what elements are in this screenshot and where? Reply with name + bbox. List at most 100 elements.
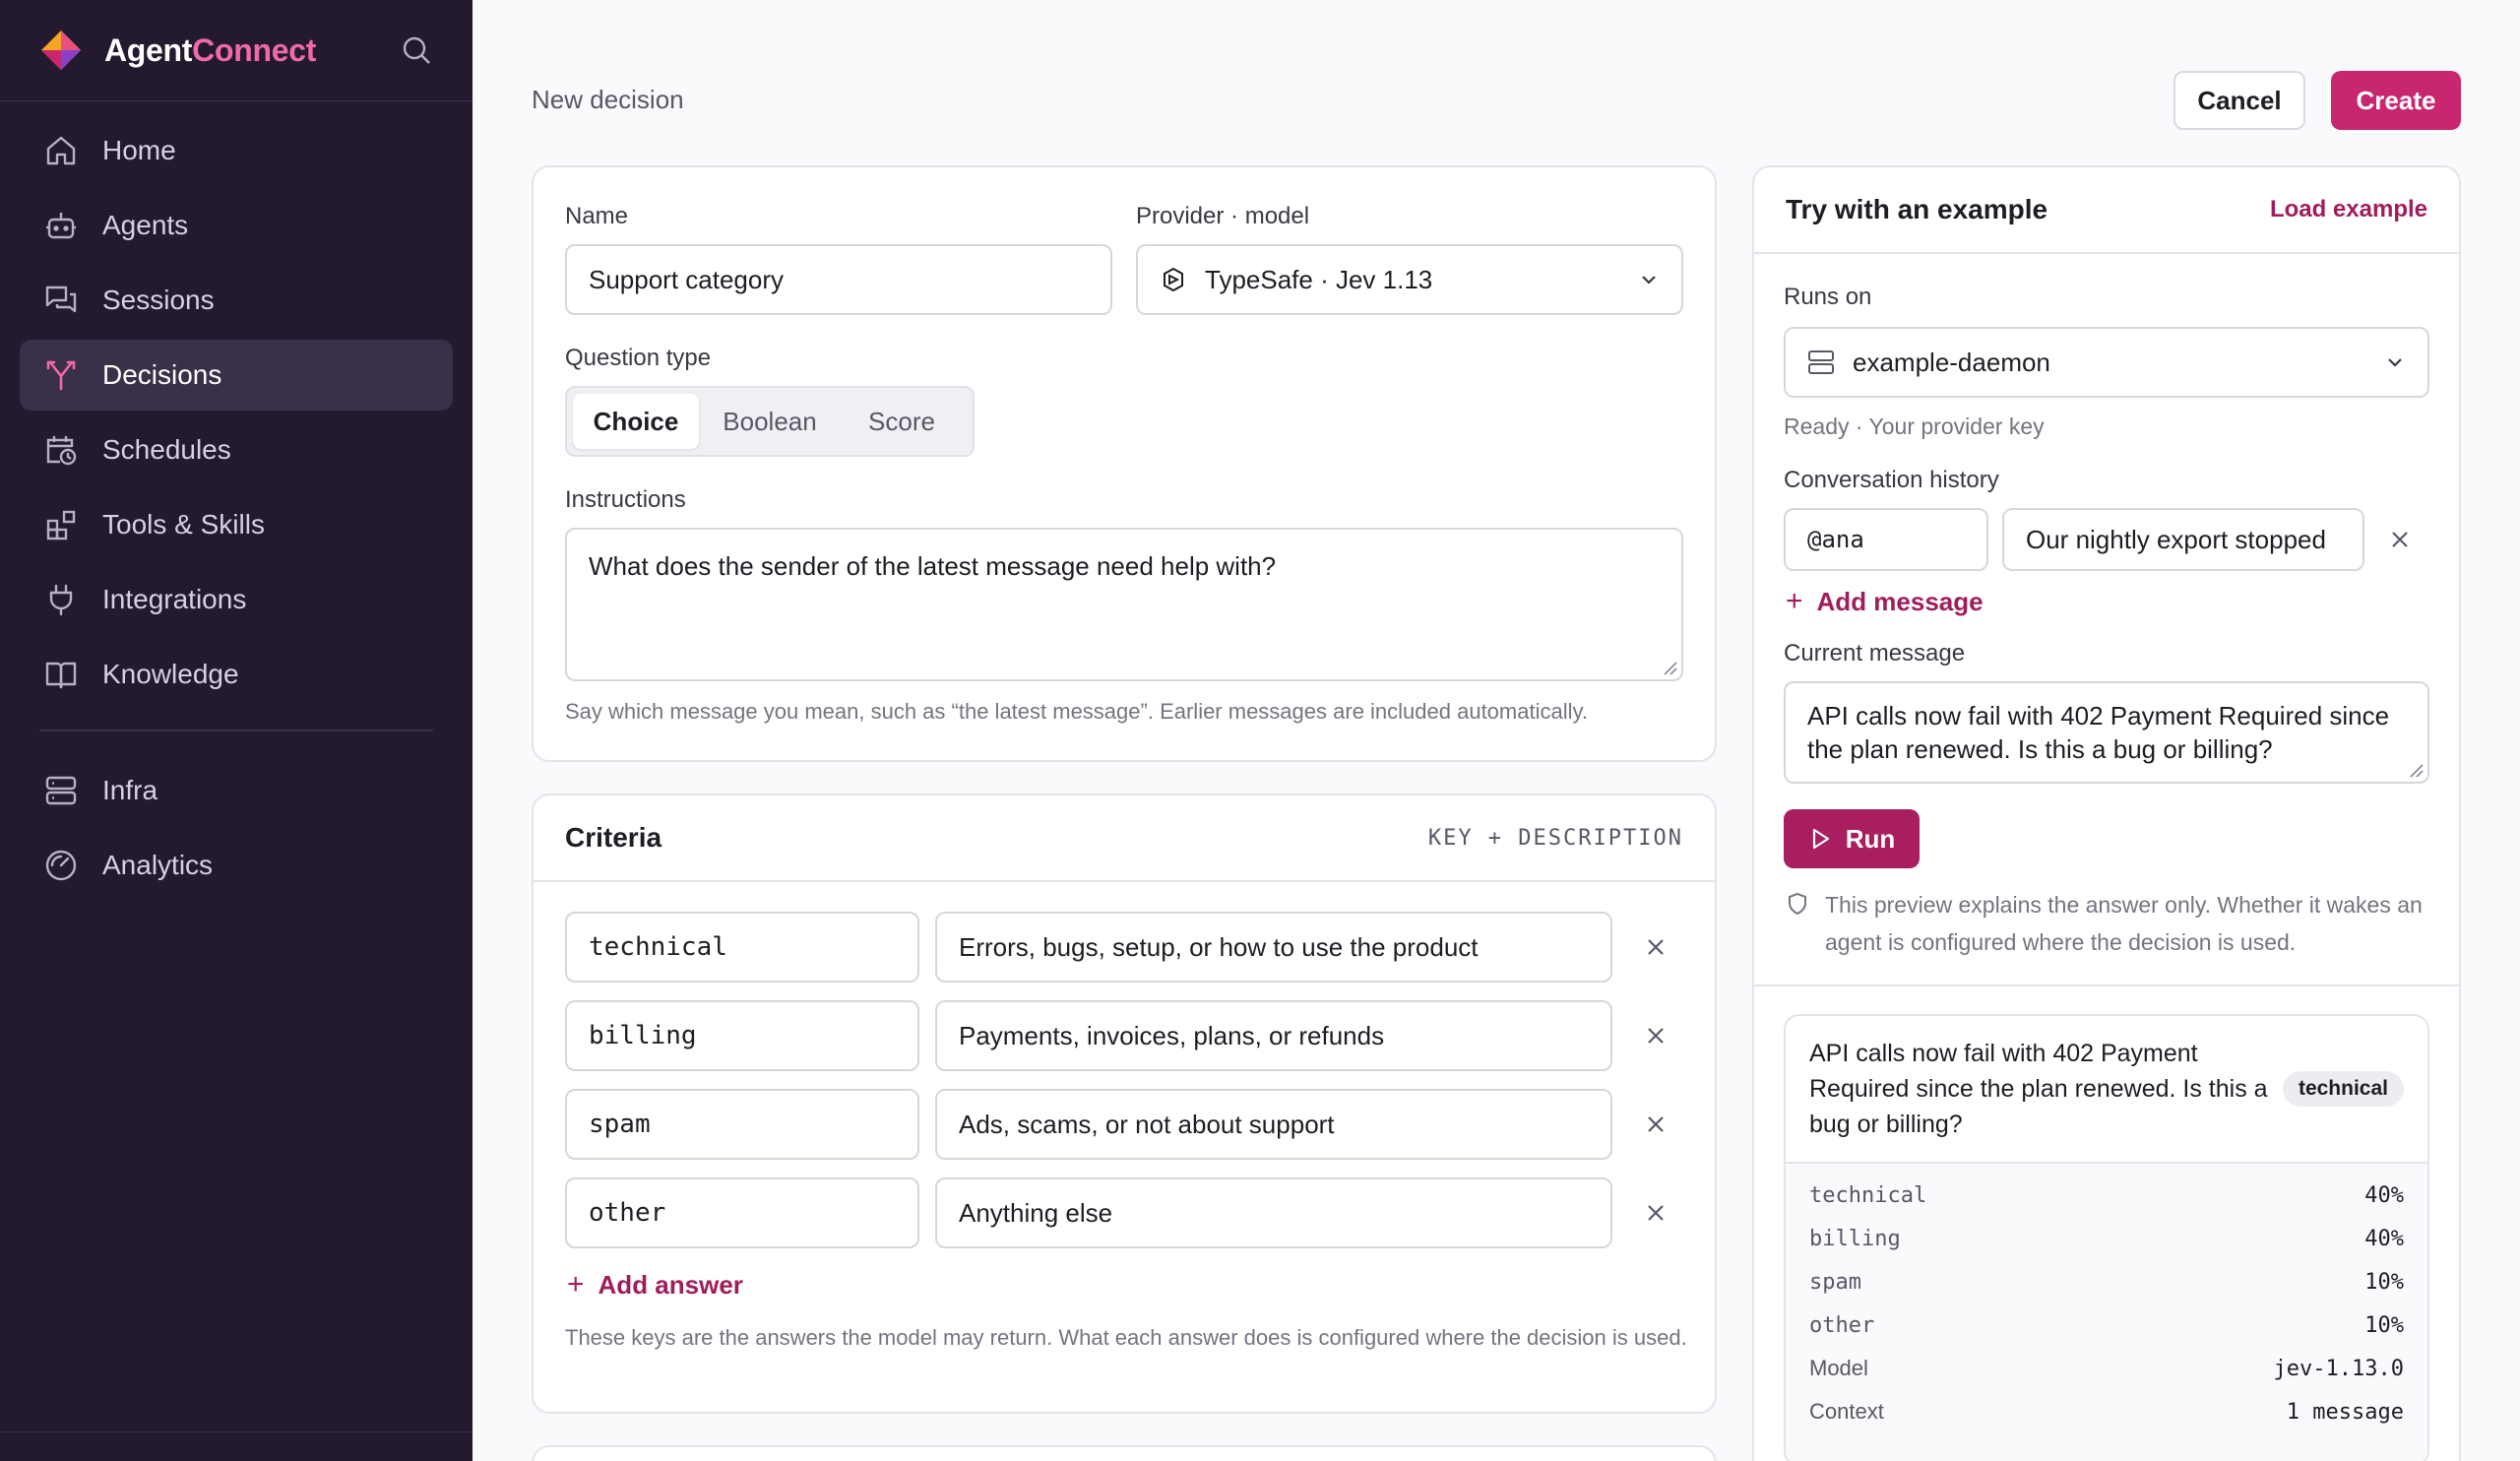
context-row: Context 1 message — [1786, 1390, 2427, 1433]
server-icon — [43, 773, 79, 808]
criteria-key-input[interactable]: billing — [565, 1000, 919, 1071]
provider-select[interactable]: TypeSafe · Jev 1.13 — [1136, 244, 1683, 315]
name-input[interactable]: Support category — [565, 244, 1112, 315]
model-label: Model — [1809, 1356, 1868, 1380]
score-row: billing 40% — [1786, 1217, 2427, 1260]
example-title: Try with an example — [1786, 194, 2048, 224]
score-key: spam — [1809, 1269, 1861, 1295]
run-label: Run — [1845, 823, 1896, 854]
criteria-key-input[interactable]: technical — [565, 912, 919, 983]
brand-logo-icon — [41, 31, 81, 70]
remove-criterion-icon[interactable] — [1642, 1022, 1670, 1049]
sidebar-item-knowledge[interactable]: Knowledge — [20, 639, 453, 710]
sidebar-item-label: Knowledge — [102, 659, 239, 689]
instructions-label: Instructions — [565, 486, 686, 513]
blocks-icon — [43, 507, 79, 542]
context-value: 1 message — [2286, 1399, 2404, 1425]
question-type-label: Question type — [565, 345, 712, 371]
score-row: spam 10% — [1786, 1260, 2427, 1303]
question-type-choice[interactable]: Choice — [573, 394, 699, 449]
sidebar-item-label: Integrations — [102, 584, 247, 614]
provider-logo-icon — [1164, 267, 1183, 292]
score-value: 40% — [2364, 1226, 2404, 1251]
sidebar-item-home[interactable]: Home — [20, 115, 453, 186]
criteria-description-input[interactable]: Payments, invoices, plans, or refunds — [935, 1000, 1612, 1071]
search-icon[interactable] — [400, 33, 433, 67]
model-row: Model jev-1.13.0 — [1786, 1347, 2427, 1390]
split-icon — [43, 357, 79, 393]
plus-icon: + — [1786, 585, 1803, 617]
book-icon — [43, 657, 79, 692]
instructions-value: What does the sender of the latest messa… — [589, 551, 1277, 581]
sidebar-item-infra[interactable]: Infra — [20, 755, 453, 826]
example-header: Try with an example Load example — [1754, 167, 2459, 254]
page-title: New decision — [532, 85, 684, 114]
add-answer-label: Add answer — [598, 1269, 743, 1300]
nav-divider — [39, 730, 433, 731]
criteria-description-input[interactable]: Errors, bugs, setup, or how to use the p… — [935, 912, 1612, 983]
load-example-link[interactable]: Load example — [2270, 196, 2427, 223]
criteria-key-input[interactable]: spam — [565, 1089, 919, 1160]
history-label: Conversation history — [1784, 467, 1999, 493]
sidebar-item-label: Home — [102, 135, 176, 165]
score-value: 40% — [2364, 1182, 2404, 1208]
score-row: technical 40% — [1786, 1174, 2427, 1217]
add-message-button[interactable]: + Add message — [1786, 585, 1984, 618]
preview-note: This preview explains the answer only. W… — [1825, 892, 2423, 955]
sidebar-item-decisions[interactable]: Decisions — [20, 340, 453, 411]
result-card: API calls now fail with 402 Payment Requ… — [1784, 1014, 2429, 1461]
sidebar: AgentConnect Home Agents Sessions Decisi… — [0, 0, 472, 1461]
main-content: New decision Cancel Create Name Support … — [472, 0, 2520, 1461]
sidebar-item-label: Analytics — [102, 850, 214, 880]
sidebar-item-tools-skills[interactable]: Tools & Skills — [20, 489, 453, 560]
name-label: Name — [565, 203, 629, 229]
runs-on-label: Runs on — [1784, 284, 1872, 310]
criteria-header: Criteria KEY + DESCRIPTION — [534, 795, 1715, 882]
question-type-boolean[interactable]: Boolean — [699, 394, 841, 449]
remove-criterion-icon[interactable] — [1642, 933, 1670, 961]
history-user-input[interactable]: @ana — [1784, 508, 1988, 571]
home-icon — [43, 133, 79, 168]
current-message-label: Current message — [1784, 640, 1966, 667]
current-message-textarea[interactable]: API calls now fail with 402 Payment Requ… — [1784, 681, 2429, 784]
chat-icon — [43, 283, 79, 318]
sidebar-item-analytics[interactable]: Analytics — [20, 830, 453, 901]
brand-name[interactable]: AgentConnect — [104, 32, 316, 69]
create-button[interactable]: Create — [2331, 71, 2461, 130]
remove-criterion-icon[interactable] — [1642, 1111, 1670, 1138]
history-message-input[interactable]: Our nightly export stopped — [2002, 508, 2364, 571]
sidebar-item-label: Infra — [102, 775, 158, 805]
current-message-value: API calls now fail with 402 Payment Requ… — [1807, 701, 2390, 764]
score-value: 10% — [2364, 1269, 2404, 1295]
score-value: 10% — [2364, 1312, 2404, 1338]
play-icon — [1812, 828, 1829, 850]
resize-handle-icon[interactable] — [1662, 660, 1677, 675]
criteria-key-input[interactable]: other — [565, 1177, 919, 1248]
criteria-description-input[interactable]: Ads, scams, or not about support — [935, 1089, 1612, 1160]
result-details: technical 40% billing 40% spam 10% other 10%… — [1786, 1162, 2427, 1461]
instructions-textarea[interactable]: What does the sender of the latest messa… — [565, 528, 1683, 681]
run-button[interactable]: Run — [1784, 809, 1920, 868]
example-card: Try with an example Load example Runs on… — [1752, 165, 2461, 1461]
sidebar-item-sessions[interactable]: Sessions — [20, 265, 453, 336]
result-tag: technical — [2282, 1071, 2404, 1107]
shield-icon — [1789, 892, 1806, 916]
cancel-button[interactable]: Cancel — [2174, 71, 2305, 130]
resize-handle-icon[interactable] — [2408, 762, 2424, 778]
add-answer-button[interactable]: + Add answer — [567, 1268, 743, 1302]
provider-label: Provider · model — [1136, 203, 1310, 229]
runs-on-select[interactable]: example-daemon — [1784, 327, 2429, 398]
criteria-hint: These keys are the answers the model may… — [565, 1325, 1687, 1350]
sidebar-item-agents[interactable]: Agents — [20, 190, 453, 261]
sidebar-item-schedules[interactable]: Schedules — [20, 414, 453, 485]
instructions-hint: Say which message you mean, such as “the… — [565, 699, 1588, 724]
criteria-description-input[interactable]: Anything else — [935, 1177, 1612, 1248]
model-value: jev-1.13.0 — [2273, 1356, 2404, 1381]
sidebar-footer — [0, 1431, 472, 1461]
sidebar-item-label: Sessions — [102, 285, 215, 315]
sidebar-item-integrations[interactable]: Integrations — [20, 564, 453, 635]
result-message: API calls now fail with 402 Payment Requ… — [1809, 1040, 2268, 1138]
question-type-score[interactable]: Score — [841, 394, 963, 449]
remove-criterion-icon[interactable] — [1642, 1199, 1670, 1227]
remove-message-icon[interactable] — [2386, 526, 2414, 553]
